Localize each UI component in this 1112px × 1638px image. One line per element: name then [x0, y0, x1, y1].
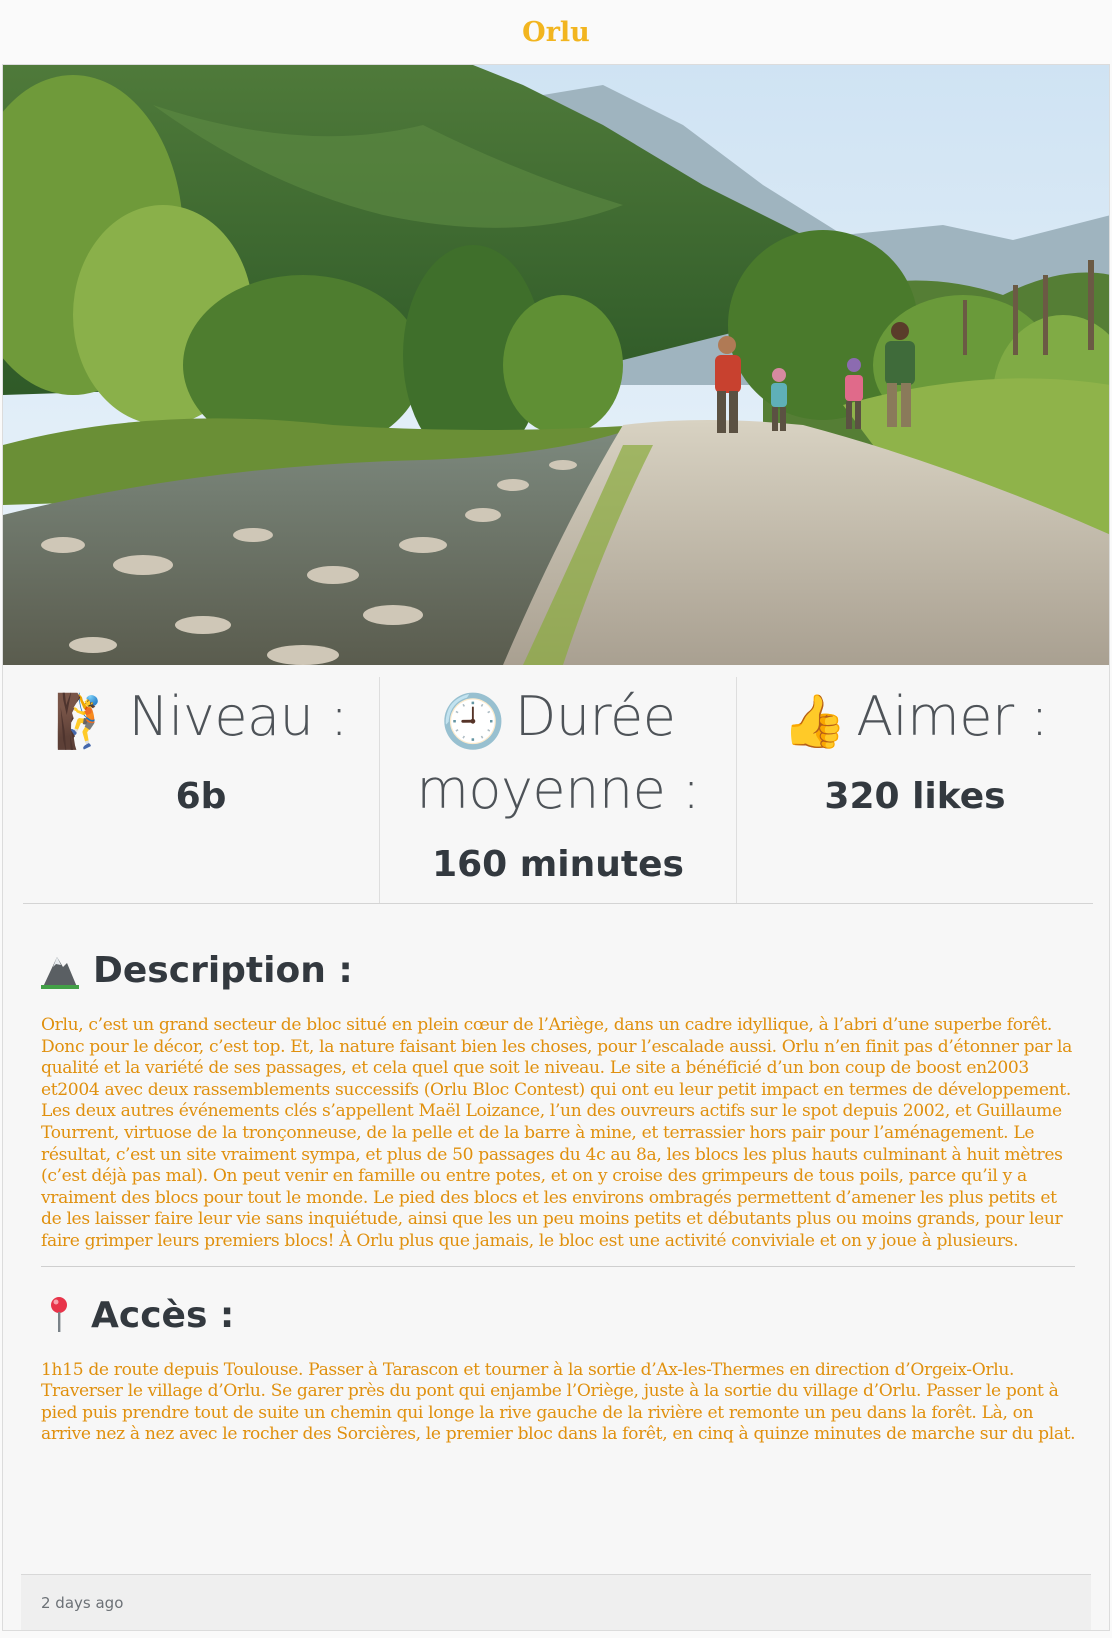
description-title-text: Description : [93, 950, 353, 991]
stats-row: 🧗 Niveau : 6b 🕘 Durée moyenne : 160 minute… [23, 677, 1093, 903]
hero-image [3, 65, 1109, 665]
access-title-text: Accès : [91, 1294, 235, 1336]
pushpin-icon [41, 1296, 77, 1334]
stat-duration: 🕘 Durée moyenne : 160 minutes [379, 677, 736, 903]
climber-icon: 🧗 [54, 692, 119, 752]
stat-level: 🧗 Niveau : 6b [23, 677, 379, 903]
stat-likes-text: Aimer : [856, 685, 1049, 748]
stat-level-value: 6b [175, 776, 227, 817]
section-divider [41, 1265, 1075, 1267]
route-card: 🧗 Niveau : 6b 🕘 Durée moyenne : 160 minute… [2, 64, 1110, 1631]
stat-likes-value: 320 likes [824, 776, 1006, 817]
stat-likes-label: 👍 Aimer : [737, 683, 1093, 756]
stat-level-label: 🧗 Niveau : [23, 683, 379, 756]
access-section: Accès : 1h15 de route depuis Toulouse. P… [41, 1295, 1077, 1446]
access-text: 1h15 de route depuis Toulouse. Passer à … [41, 1359, 1076, 1445]
landscape-photo-icon [3, 65, 1109, 665]
timestamp: 2 days ago [41, 1593, 124, 1612]
stat-duration-value: 160 minutes [432, 844, 684, 885]
description-title: Description : [41, 950, 1077, 991]
access-title: Accès : [41, 1295, 1077, 1336]
mountain-icon [41, 953, 79, 989]
description-text: Orlu, c’est un grand secteur de bloc sit… [41, 1015, 1072, 1251]
thumbs-up-icon: 👍 [781, 692, 847, 752]
stats-divider [23, 903, 1093, 904]
page-header: Orlu [0, 0, 1112, 64]
description-section: Description : Orlu, c’est un grand secte… [41, 950, 1077, 1253]
stat-duration-label: 🕘 Durée moyenne : [380, 683, 736, 824]
stat-level-text: Niveau : [128, 685, 348, 748]
stat-likes: 👍 Aimer : 320 likes [736, 677, 1093, 903]
page-title: Orlu [522, 16, 590, 48]
clock-icon: 🕘 [440, 692, 505, 752]
card-footer: 2 days ago [21, 1574, 1091, 1630]
